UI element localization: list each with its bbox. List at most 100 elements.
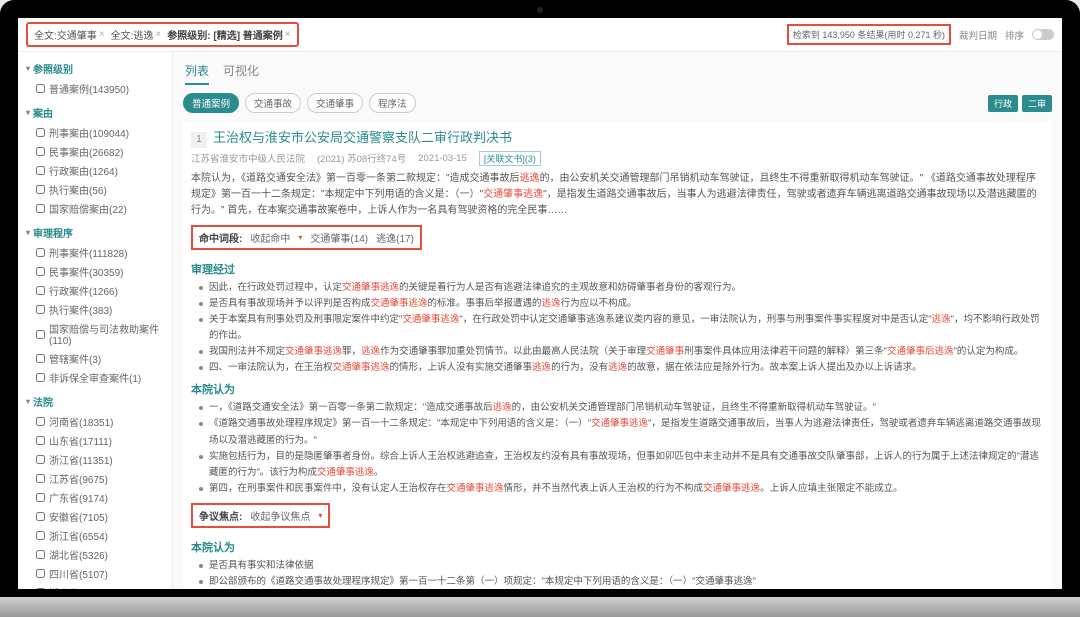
checkbox[interactable] [36, 569, 45, 578]
topbar-right: 检索到 143,950 条结果(用时 0.271 秒) 裁判日期 排序 [787, 24, 1054, 45]
facet-item[interactable]: 普通案例(143950) [18, 79, 172, 98]
facet-item[interactable]: 河南省(18351) [18, 412, 172, 431]
tab-viz[interactable]: 可视化 [223, 62, 259, 85]
checkbox[interactable] [36, 84, 45, 93]
facet-item[interactable]: 湖北省(5326) [18, 545, 172, 564]
sort-value[interactable]: 排序 [1005, 28, 1024, 42]
filter-tag[interactable]: 全文:交通肇事 × [34, 27, 105, 42]
filter-tag[interactable]: 全文:逃逸 × [111, 27, 162, 42]
facet-item[interactable]: 行政案由(1264) [18, 161, 172, 180]
section-opinion2: 本院认为 [191, 539, 1044, 555]
case-meta: 江苏省淮安市中级人民法院 (2021) 苏08行终74号 2021-03-15 … [191, 151, 1044, 166]
checkbox[interactable] [36, 147, 45, 156]
close-icon[interactable]: × [285, 29, 291, 40]
checkbox[interactable] [36, 204, 45, 213]
collapse-hits[interactable]: 收起命中 [250, 230, 290, 245]
facet-item[interactable]: 湖南省(5031) [18, 583, 172, 589]
facet-item[interactable]: 国家赔偿与司法救助案件(110) [18, 319, 172, 349]
facet-item[interactable]: 管辖案件(3) [18, 349, 172, 368]
close-icon[interactable]: × [155, 29, 161, 40]
list-item: 是否具有事实和法律依据 [199, 558, 1044, 574]
chip[interactable]: 程序法 [369, 93, 416, 113]
case-number: (2021) 苏08行终74号 [317, 151, 406, 165]
checkbox[interactable] [36, 588, 45, 589]
close-icon[interactable]: × [99, 29, 105, 40]
checkbox[interactable] [36, 354, 45, 363]
facet-item[interactable]: 执行案由(56) [18, 180, 172, 199]
facet-header-procedure[interactable]: 审理程序 [18, 222, 172, 243]
facet-item[interactable]: 山东省(17111) [18, 431, 172, 450]
collapse-dispute[interactable]: 收起争议焦点 [250, 508, 310, 523]
checkbox[interactable] [36, 267, 45, 276]
facet-item[interactable]: 安徽省(7105) [18, 507, 172, 526]
sort-label: 裁判日期 [959, 28, 997, 42]
checkbox[interactable] [36, 305, 45, 314]
facet-item[interactable]: 民事案件(30359) [18, 262, 172, 281]
facet-item[interactable]: 四川省(5107) [18, 564, 172, 583]
checkbox[interactable] [36, 417, 45, 426]
checkbox[interactable] [36, 493, 45, 502]
checkbox[interactable] [36, 373, 45, 382]
tab-list[interactable]: 列表 [185, 62, 209, 85]
checkbox[interactable] [36, 185, 45, 194]
checkbox[interactable] [36, 474, 45, 483]
dispute-box: 争议焦点: 收起争议焦点▾ [191, 503, 330, 528]
facet-item[interactable]: 国家赔偿案由(22) [18, 199, 172, 218]
facet-sidebar: 参照级别 普通案例(143950) 案由 刑事案由(109044) 民事案由(2… [18, 52, 173, 589]
facet-item[interactable]: 非诉保全审查案件(1) [18, 368, 172, 387]
category-chips: 普通案例 交通事故 交通肇事 程序法 行政 二审 [183, 89, 1052, 117]
case-title-link[interactable]: 王治权与淮安市公安局交通警察支队二审行政判决书 [213, 127, 512, 146]
result-count: 检索到 143,950 条结果(用时 0.271 秒) [787, 24, 951, 45]
hit-label: 命中词段: [199, 230, 242, 245]
chip[interactable]: 普通案例 [183, 93, 239, 113]
checkbox[interactable] [36, 512, 45, 521]
filter-tag[interactable]: 参照级别: [精选] 普通案例 × [167, 27, 290, 42]
facet-item[interactable]: 执行案件(383) [18, 300, 172, 319]
active-filters-box: 全文:交通肇事 × 全文:逃逸 × 参照级别: [精选] 普通案例 × [26, 22, 299, 47]
list-item: 一，《道路交通安全法》第一百零一条第二款规定："造成交通事故后逃逸的，由公安机关… [199, 400, 1044, 416]
facet-header-reference[interactable]: 参照级别 [18, 58, 172, 79]
checkbox[interactable] [36, 166, 45, 175]
proc-list: 因此，在行政处罚过程中，认定交通肇事逃逸的关键是看行为人是否有逃避法律追究的主观… [191, 280, 1044, 377]
facet-item[interactable]: 行政案件(1266) [18, 281, 172, 300]
checkbox[interactable] [36, 455, 45, 464]
list-item: 关于本案具有刑事处罚及刑事限定案件中约定"交通肇事逃逸"，在行政处罚中认定交通肇… [199, 312, 1044, 344]
facet-item[interactable]: 浙江省(6554) [18, 526, 172, 545]
opinion-list: 一，《道路交通安全法》第一百零一条第二款规定："造成交通事故后逃逸的，由公安机关… [191, 400, 1044, 497]
facet-item[interactable]: 江苏省(9675) [18, 469, 172, 488]
chip[interactable]: 交通肇事 [307, 93, 363, 113]
hit-term[interactable]: 逃逸(17) [376, 230, 414, 245]
filter-text: 参照级别: [精选] 普通案例 [167, 27, 283, 42]
result-index: 1 [191, 132, 207, 148]
checkbox[interactable] [36, 436, 45, 445]
toggle-switch[interactable] [1032, 29, 1054, 40]
facet-item[interactable]: 刑事案由(109044) [18, 123, 172, 142]
checkbox[interactable] [36, 248, 45, 257]
results-main: 列表 可视化 普通案例 交通事故 交通肇事 程序法 行政 二审 1 [173, 52, 1062, 589]
list-item: 四、一审法院认为，在王治权交通肇事逃逸的情形，上诉人没有实施交通肇事逃逸的行为，… [199, 360, 1044, 376]
facet-item[interactable]: 广东省(9174) [18, 488, 172, 507]
list-item: 即公部颁布的《道路交通事故处理程序规定》第一百一十二条第（一）项规定："本规定中… [199, 574, 1044, 589]
checkbox[interactable] [36, 286, 45, 295]
list-item: 实施包括行为，目的是隐匿肇事者身份。综合上诉人王治权逃避追查，王治权友约没有具有… [199, 449, 1044, 481]
checkbox[interactable] [36, 550, 45, 559]
filter-text: 全文:逃逸 [111, 27, 154, 42]
checkbox[interactable] [36, 330, 45, 339]
list-item: 是否具有事故现场并予以评判是否构成交通肇事逃逸的标准。事事后举报遭遇的逃逸行为应… [199, 296, 1044, 312]
facet-header-court[interactable]: 法院 [18, 391, 172, 412]
section-opinion: 本院认为 [191, 381, 1044, 397]
view-tabs: 列表 可视化 [183, 58, 1052, 89]
facet-item[interactable]: 浙江省(11351) [18, 450, 172, 469]
facet-item[interactable]: 民事案由(26682) [18, 142, 172, 161]
checkbox[interactable] [36, 531, 45, 540]
section-proc: 审理经过 [191, 261, 1044, 277]
facet-header-cause[interactable]: 案由 [18, 102, 172, 123]
checkbox[interactable] [36, 128, 45, 137]
list-item: 我国刑法并不规定交通肇事逃逸罪，逃逸作为交通肇事罪加重处罚情节。以此由最高人民法… [199, 344, 1044, 360]
hit-term[interactable]: 交通肇事(14) [310, 230, 368, 245]
related-doc-badge[interactable]: [关联文书](3) [479, 151, 541, 166]
case-result: 1 王治权与淮安市公安局交通警察支队二审行政判决书 江苏省淮安市中级人民法院 (… [183, 121, 1052, 589]
facet-item[interactable]: 刑事案件(111828) [18, 243, 172, 262]
trial-type-badge: 行政 [988, 95, 1018, 112]
chip[interactable]: 交通事故 [245, 93, 301, 113]
